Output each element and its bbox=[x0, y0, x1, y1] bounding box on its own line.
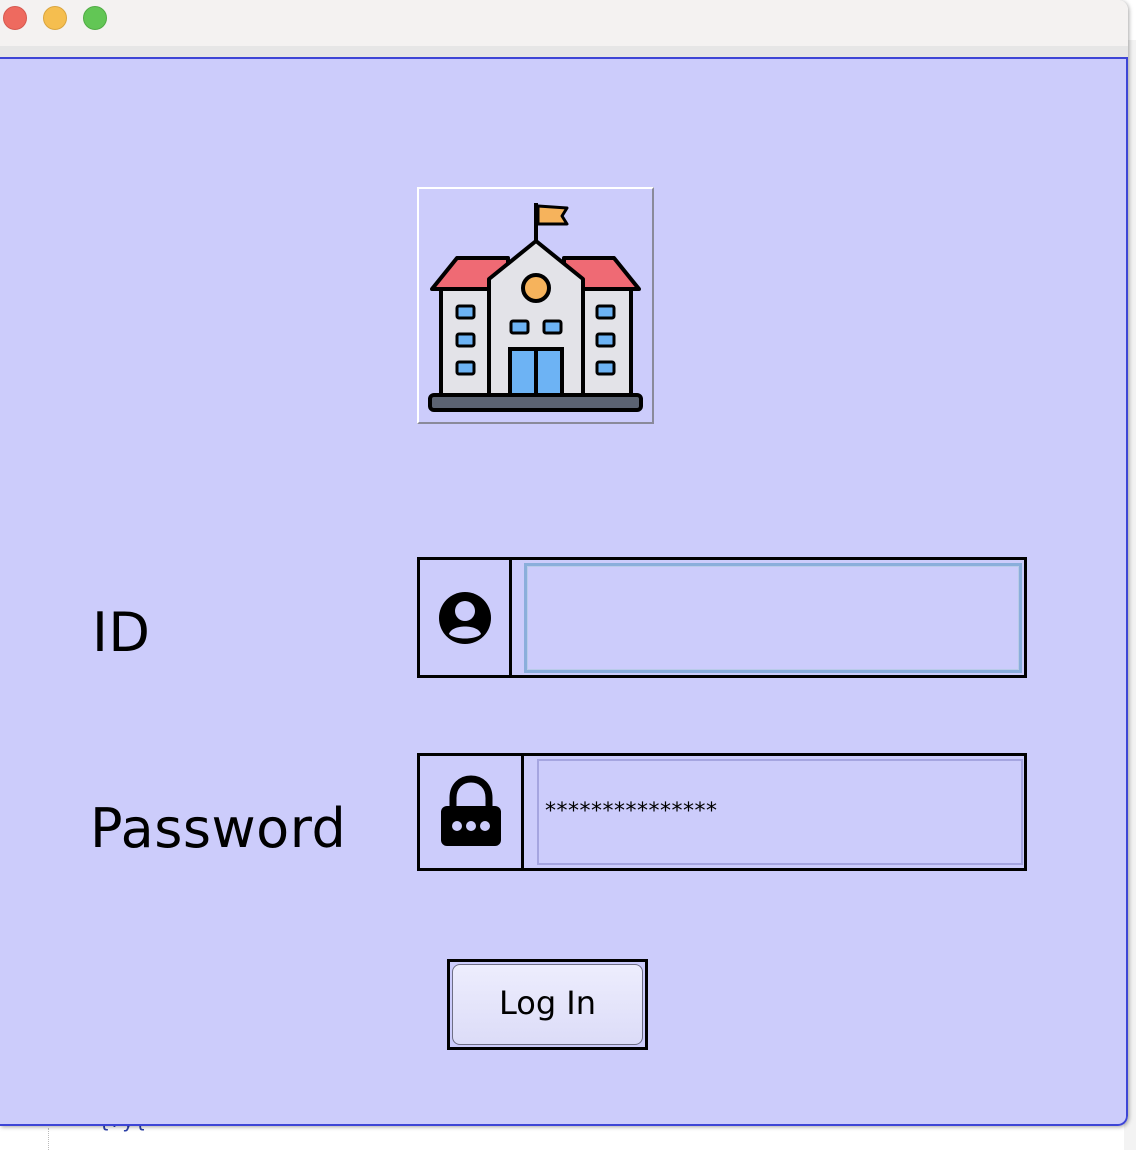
password-label: Password bbox=[90, 797, 347, 860]
login-button[interactable]: Log In bbox=[452, 964, 643, 1045]
login-button-frame: Log In bbox=[447, 959, 648, 1050]
login-window: ID Password *************** Log In bbox=[0, 0, 1128, 1126]
password-input[interactable]: *************** bbox=[537, 759, 1023, 865]
id-input[interactable] bbox=[524, 563, 1022, 673]
title-bar-separator bbox=[0, 46, 1128, 57]
padlock-icon bbox=[440, 775, 501, 846]
id-field-group bbox=[417, 557, 1027, 678]
id-label: ID bbox=[92, 601, 151, 664]
password-field-group: *************** bbox=[417, 753, 1027, 871]
title-bar[interactable] bbox=[0, 0, 1128, 47]
password-icon-cell bbox=[420, 756, 524, 868]
school-logo-image bbox=[417, 187, 654, 424]
close-window-button[interactable] bbox=[3, 6, 27, 30]
zoom-window-button[interactable] bbox=[83, 6, 107, 30]
minimize-window-button[interactable] bbox=[43, 6, 67, 30]
school-building-icon bbox=[428, 203, 643, 412]
background-guide-line bbox=[48, 1128, 49, 1150]
user-account-icon bbox=[438, 591, 491, 644]
id-icon-cell bbox=[420, 560, 512, 675]
